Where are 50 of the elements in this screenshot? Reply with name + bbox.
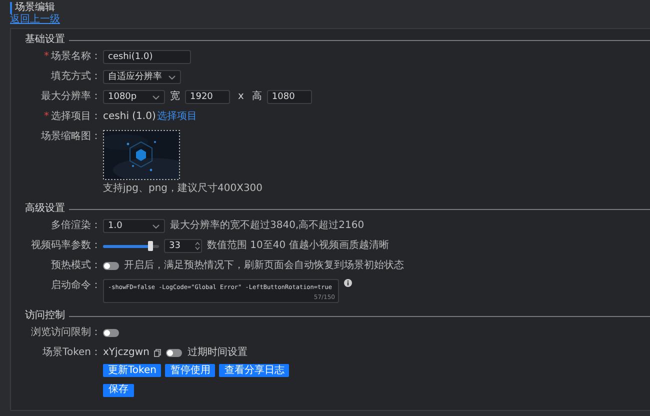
field-label: 浏览访问限制：: [31, 326, 101, 340]
field-label: 填充方式：: [51, 70, 101, 84]
project-name: ceshi (1.0): [103, 110, 156, 124]
action-button[interactable]: 暂停使用: [165, 364, 216, 377]
stepper-icon[interactable]: [195, 241, 200, 251]
hint-text: 最大分辨率的宽不超过3840,高不超过2160: [170, 219, 364, 233]
field-label: 启动命令：: [51, 279, 101, 293]
separator-text: x: [238, 90, 244, 104]
action-button[interactable]: 更新Token: [103, 364, 162, 377]
required-mark: *: [44, 110, 49, 124]
chevron-icon: [168, 74, 176, 80]
chevron-icon: [152, 94, 160, 100]
info-icon[interactable]: [344, 279, 352, 287]
save-button[interactable]: 保存: [103, 384, 134, 396]
page-title: 场景编辑: [10, 2, 640, 14]
field-label: 宽: [170, 90, 180, 104]
field-label: 预热模式：: [51, 259, 101, 273]
slider-handle[interactable]: [148, 240, 153, 250]
section-title: 访问控制: [25, 310, 65, 322]
width-field[interactable]: 1920: [185, 90, 230, 104]
field-label: 场景名称：: [51, 50, 101, 64]
field-label: 多倍渲染：: [51, 219, 101, 233]
back-link[interactable]: 返回上一级: [10, 14, 60, 25]
token-value: xYjczgwn: [103, 346, 150, 360]
select-field[interactable]: 1.0: [103, 219, 165, 233]
action-button[interactable]: 查看分享日志: [219, 364, 290, 377]
toggle-switch[interactable]: [166, 349, 182, 357]
toggle-label: 过期时间设置: [187, 346, 248, 360]
select-field[interactable]: 自适应分辨率: [103, 70, 181, 84]
field-label: 高: [252, 90, 262, 104]
text-field[interactable]: ceshi(1.0): [103, 50, 191, 64]
field-label: 场景Token：: [42, 346, 101, 360]
field-label: 场景缩略图：: [41, 130, 101, 144]
toggle-switch[interactable]: [103, 329, 119, 337]
field-label: 视频码率参数：: [31, 239, 101, 253]
select-project-link[interactable]: 选择项目: [156, 110, 197, 124]
copy-icon[interactable]: [154, 349, 162, 357]
hint-text: 开启后，满足预热情况下，刷新页面会自动恢复到场景初始状态: [124, 259, 404, 273]
height-field[interactable]: 1080: [266, 90, 312, 104]
section-title: 基础设置: [25, 34, 65, 46]
hint-text: 数值范围 10至40 值越小视频画质越清晰: [207, 239, 389, 253]
toggle-switch[interactable]: [103, 262, 119, 270]
hint-text: 支持jpg、png，建议尺寸400X300: [103, 182, 264, 196]
section-title: 高级设置: [25, 203, 65, 215]
number-field[interactable]: 33: [164, 239, 202, 253]
chevron-icon: [152, 224, 160, 228]
required-mark: *: [44, 50, 49, 64]
field-label: 选择项目：: [51, 110, 101, 124]
select-field[interactable]: 1080p: [103, 90, 165, 104]
field-label: 最大分辨率：: [41, 90, 101, 104]
